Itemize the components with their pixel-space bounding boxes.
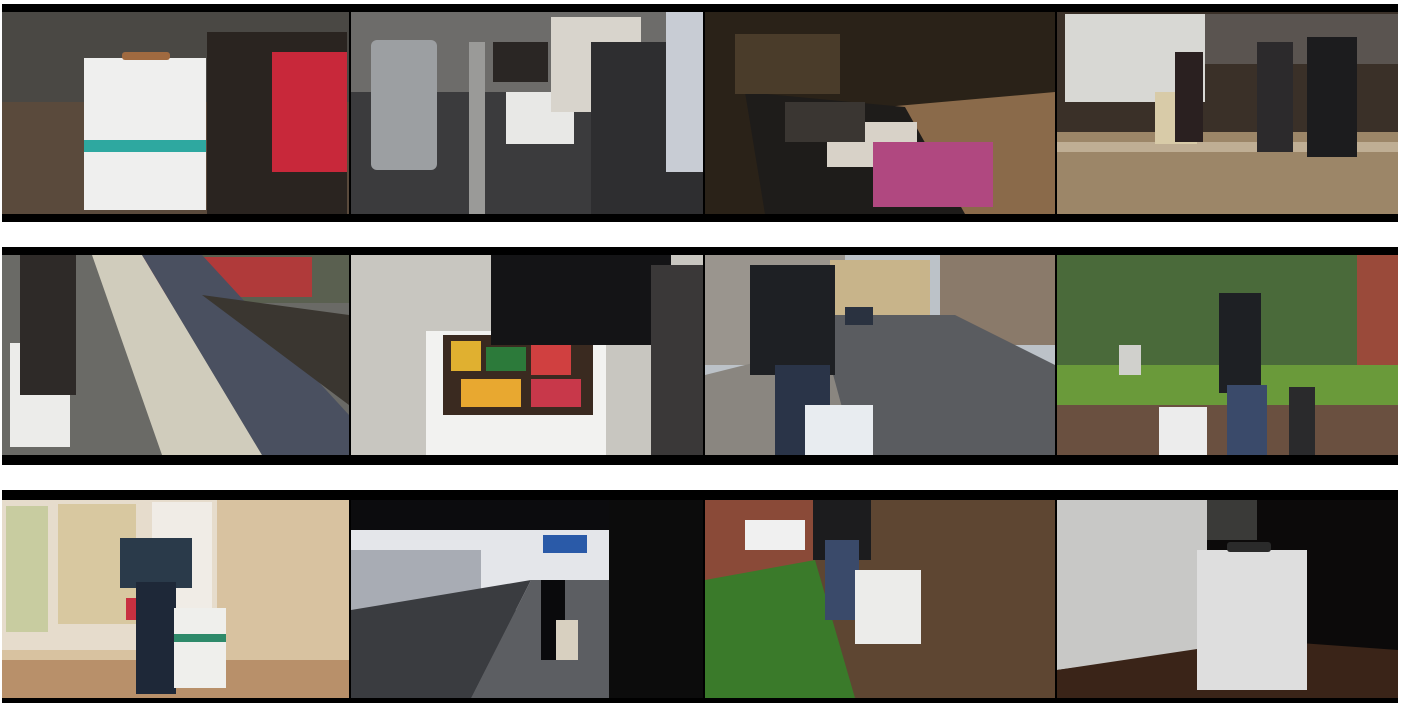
- photo-suitcase-snacks: [351, 255, 703, 455]
- photo-dirt-path: [705, 500, 1055, 698]
- photo-baggage-claim: [1057, 12, 1398, 214]
- film-strip-row-1: [2, 4, 1398, 222]
- photo-dark-room-suitcase: [1057, 500, 1398, 698]
- photo-station-platform: [351, 500, 703, 698]
- photo-baggage-carousel: [705, 12, 1055, 214]
- photo-park-walk: [1057, 255, 1398, 455]
- photo-cobblestone-street: [705, 255, 1055, 455]
- photo-map-board: [2, 500, 349, 698]
- photo-train-platform: [2, 255, 349, 455]
- photo-security-conveyor: [351, 12, 703, 214]
- film-strip-row-2: [2, 247, 1398, 465]
- photo-suitcase-strap: [2, 12, 349, 214]
- film-strip-row-3: [2, 490, 1398, 703]
